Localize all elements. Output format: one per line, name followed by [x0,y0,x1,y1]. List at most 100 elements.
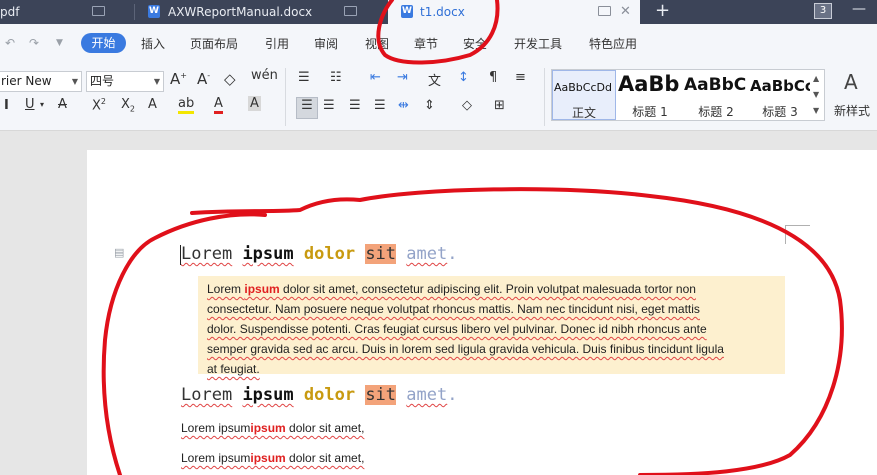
pinyin-icon[interactable]: wén [251,68,278,83]
tab-security[interactable]: 安全 [463,35,487,52]
text: dolor sit amet, [285,451,365,465]
paragraph[interactable]: Lorem ipsum dolor sit amet, consectetur … [207,279,785,379]
bullet-list-icon[interactable]: ☰ [298,70,310,85]
justify-icon[interactable]: ☰ [374,98,386,113]
style-sample: AaBbCc [750,77,810,95]
tab-count-badge[interactable]: 3 [814,3,832,19]
subscript-icon[interactable]: X2 [121,97,135,114]
tab-special-apps[interactable]: 特色应用 [589,35,637,52]
minimize-icon[interactable]: — [852,1,866,17]
monitor-icon[interactable] [598,6,611,16]
tab-start[interactable]: 开始 [81,33,126,53]
tab-label: pdf [0,5,20,19]
chevron-down-icon[interactable]: ▼ [56,38,63,48]
heading-1[interactable]: Lorem ipsum dolor sit amet. [181,243,457,265]
tab-chapter[interactable]: 章节 [414,35,438,52]
undo-icon[interactable]: ↶ [5,36,15,50]
style-name: 标题 3 [762,105,798,119]
char-shading-icon[interactable]: A [248,96,261,111]
tab-references[interactable]: 引用 [265,35,289,52]
word: dolor [303,385,356,405]
style-sample: AaBb [618,72,680,96]
close-icon[interactable]: ✕ [620,0,631,24]
more-icon[interactable]: ≡ [515,70,526,85]
word: Lorem [181,385,233,405]
tab-t1[interactable]: W t1.docx ✕ [388,0,640,24]
underline-icon[interactable]: U [25,97,35,112]
new-style-button[interactable]: A 新样式 [834,70,874,120]
borders-icon[interactable]: ⊞ [494,98,505,113]
align-left-icon[interactable]: ☰ [296,97,318,119]
word: sit [365,244,397,264]
redo-icon[interactable]: ↷ [29,36,39,50]
style-name: 标题 1 [632,105,668,119]
menu-bar: ↶ ↷ ▼ 开始 插入 页面布局 引用 审阅 视图 章节 安全 开发工具 特色应… [0,24,877,64]
word: ipsum [242,385,294,405]
bold-icon[interactable]: I [4,98,9,113]
distribute-icon[interactable]: ⇹ [398,98,409,113]
para-line: semper gravida sed ac arcu. Duis in lore… [207,342,724,356]
strikethrough-icon[interactable]: A [58,97,67,112]
word: ipsum [242,244,294,264]
tab-page-layout[interactable]: 页面布局 [190,35,238,52]
text-effect-icon[interactable]: A [148,97,157,112]
superscript-icon[interactable]: X2 [92,97,106,113]
highlight-icon[interactable]: ab [178,96,195,114]
tab-view[interactable]: 视图 [365,35,389,52]
tab-insert[interactable]: 插入 [141,35,165,52]
monitor-icon[interactable] [344,6,357,16]
margin-mark [785,225,810,244]
chevron-up-icon[interactable]: ▲ [813,74,819,83]
style-heading-1[interactable]: AaBb 标题 1 [618,70,682,120]
chevron-down-icon[interactable]: ▼ [813,90,819,99]
new-style-label: 新样式 [834,104,871,118]
tab-bar: pdf W AXWReportManual.docx W t1.docx ✕ +… [0,0,877,24]
tab-developer[interactable]: 开发工具 [514,35,562,52]
punct: . [447,244,458,264]
heading-2[interactable]: Lorem ipsum dolor sit amet. [181,384,457,406]
eraser-icon[interactable]: ◇ [224,70,236,88]
tab-pdf[interactable]: pdf [0,0,132,24]
monitor-icon[interactable] [92,6,105,16]
increase-indent-icon[interactable]: ⇥ [397,70,408,85]
word: dolor [303,244,356,264]
expand-icon[interactable]: ▼ [813,106,819,115]
punct: . [447,385,458,405]
text-line[interactable]: Lorem ipsumipsum dolor sit amet, [181,421,364,435]
decrease-indent-icon[interactable]: ⇤ [370,70,381,85]
shading-icon[interactable]: ◇ [462,98,472,113]
line-spacing-icon[interactable]: ⇕ [424,98,435,113]
word: amet [406,244,448,264]
style-normal[interactable]: AaBbCcDd 正文 [552,70,616,120]
word: Lorem [181,244,233,264]
style-heading-3[interactable]: AaBbCc 标题 3 [750,70,810,120]
font-color-icon[interactable]: A [214,96,223,114]
para-line: consectetur. Nam posuere neque volutpat … [207,302,700,316]
tab-review[interactable]: 审阅 [314,35,338,52]
font-size-select[interactable]: 四号 ▼ [86,71,164,92]
style-sample: AaBbCcDd [554,81,612,94]
new-style-icon: A [844,70,858,94]
grow-font-icon[interactable]: A+ [170,70,187,88]
align-right-icon[interactable]: ☰ [349,98,361,113]
chevron-down-icon[interactable]: ▼ [154,72,160,91]
style-sample: AaBbC [684,75,746,95]
new-tab-icon[interactable]: + [655,0,670,22]
numbered-list-icon[interactable]: ☷ [330,70,342,85]
chevron-down-icon[interactable]: ▾ [40,100,44,109]
chinese-layout-icon[interactable]: 文 [428,70,441,89]
style-name: 标题 2 [698,105,734,119]
paragraph-handle-icon[interactable]: ▤ [114,246,124,259]
align-center-icon[interactable]: ☰ [323,98,335,113]
show-marks-icon[interactable]: ¶ [489,70,497,85]
style-heading-2[interactable]: AaBbC 标题 2 [684,70,748,120]
tab-axwreportmanual[interactable]: W AXWReportManual.docx [136,0,372,24]
font-name-select[interactable]: rier New ▼ [0,71,82,92]
chevron-down-icon[interactable]: ▼ [72,72,78,91]
text: Lorem ipsum [181,421,251,435]
text-line[interactable]: Lorem ipsumipsum dolor sit amet, [181,451,364,465]
para-line: dolor. Suspendisse potenti. Cras feugiat… [207,322,707,336]
shrink-font-icon[interactable]: A- [197,70,210,88]
sort-icon[interactable]: ↕ [458,70,469,85]
style-name: 正文 [571,106,596,120]
